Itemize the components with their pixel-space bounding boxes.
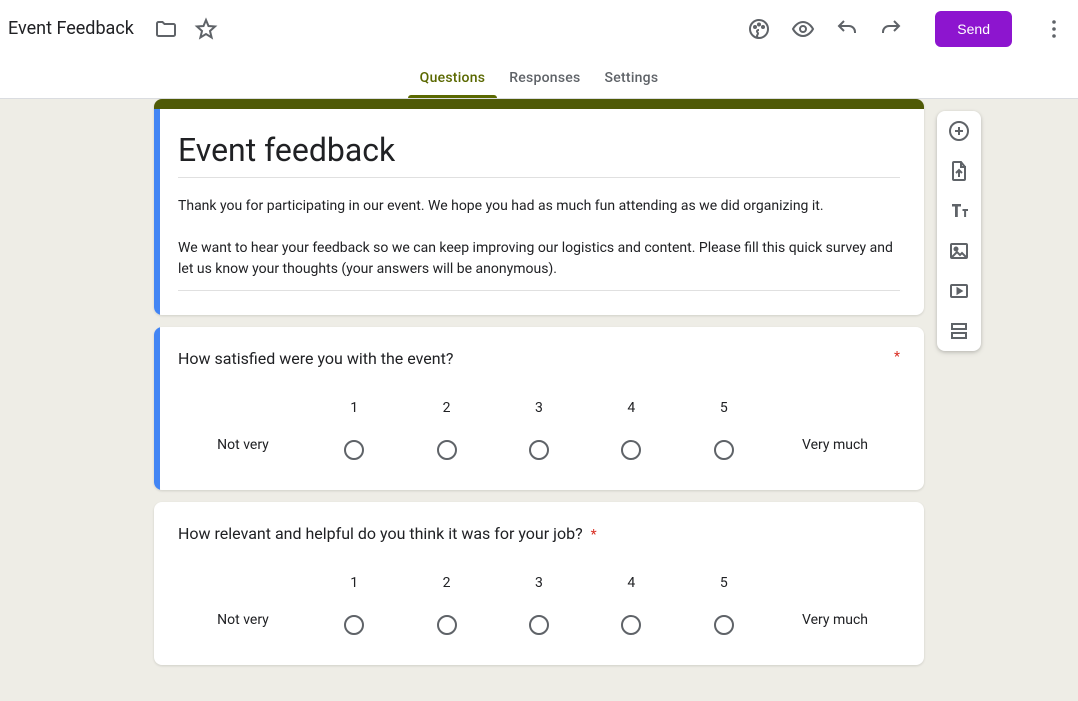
scale-number: 4 <box>627 400 635 416</box>
scale-low-label: Not very <box>178 582 308 628</box>
header-right-actions: Send <box>747 11 1066 47</box>
radio-icon[interactable] <box>437 440 457 460</box>
send-button[interactable]: Send <box>935 11 1012 47</box>
add-section-icon[interactable] <box>947 319 971 343</box>
scale-option-1: 1 <box>344 400 364 460</box>
scale-option-5: 5 <box>714 575 734 635</box>
form-wrap: Event feedback Thank you for participati… <box>154 99 924 665</box>
radio-icon[interactable] <box>621 615 641 635</box>
scale-number: 1 <box>350 400 358 416</box>
add-question-icon[interactable] <box>947 119 971 143</box>
floating-toolbar <box>937 111 981 351</box>
scale-high-label: Very much <box>770 407 900 453</box>
add-image-icon[interactable] <box>947 239 971 263</box>
form-title[interactable]: Event feedback <box>178 131 900 178</box>
question-card-2[interactable]: How relevant and helpful do you think it… <box>154 502 924 665</box>
radio-icon[interactable] <box>344 440 364 460</box>
scale-option-1: 1 <box>344 575 364 635</box>
scale-option-4: 4 <box>621 575 641 635</box>
radio-icon[interactable] <box>714 440 734 460</box>
linear-scale: Not very 1 2 3 <box>178 575 900 641</box>
app-header: Event Feedback Send <box>0 0 1078 57</box>
required-indicator: * <box>894 349 900 365</box>
form-description[interactable]: Thank you for participating in our event… <box>178 196 900 291</box>
radio-icon[interactable] <box>437 615 457 635</box>
document-title[interactable]: Event Feedback <box>8 14 140 43</box>
scale-low-label: Not very <box>178 407 308 453</box>
required-indicator: * <box>591 527 597 543</box>
tab-settings[interactable]: Settings <box>593 57 671 98</box>
radio-icon[interactable] <box>714 615 734 635</box>
redo-icon[interactable] <box>879 17 903 41</box>
radio-icon[interactable] <box>529 440 549 460</box>
scale-option-3: 3 <box>529 400 549 460</box>
scale-high-label: Very much <box>770 582 900 628</box>
scale-option-2: 2 <box>437 575 457 635</box>
scale-number: 2 <box>443 400 451 416</box>
scale-number: 3 <box>535 400 543 416</box>
form-header-card[interactable]: Event feedback Thank you for participati… <box>154 99 924 315</box>
star-icon[interactable] <box>194 17 218 41</box>
radio-icon[interactable] <box>621 440 641 460</box>
undo-icon[interactable] <box>835 17 859 41</box>
preview-eye-icon[interactable] <box>791 17 815 41</box>
scale-option-4: 4 <box>621 400 641 460</box>
add-video-icon[interactable] <box>947 279 971 303</box>
scale-number: 1 <box>350 575 358 591</box>
scale-option-5: 5 <box>714 400 734 460</box>
scale-number: 5 <box>720 400 728 416</box>
question-title[interactable]: How relevant and helpful do you think it… <box>178 524 583 543</box>
header-doc-actions <box>154 17 218 41</box>
scale-number: 2 <box>443 575 451 591</box>
move-folder-icon[interactable] <box>154 17 178 41</box>
question-title[interactable]: How satisfied were you with the event? <box>178 349 453 368</box>
scale-number: 3 <box>535 575 543 591</box>
scale-option-3: 3 <box>529 575 549 635</box>
tab-responses[interactable]: Responses <box>497 57 592 98</box>
question-card-1[interactable]: How satisfied were you with the event? *… <box>154 327 924 490</box>
more-menu-icon[interactable] <box>1042 17 1066 41</box>
form-canvas: Event feedback Thank you for participati… <box>0 99 1078 701</box>
scale-option-2: 2 <box>437 400 457 460</box>
add-title-icon[interactable] <box>947 199 971 223</box>
radio-icon[interactable] <box>344 615 364 635</box>
radio-icon[interactable] <box>529 615 549 635</box>
scale-number: 4 <box>627 575 635 591</box>
tab-questions[interactable]: Questions <box>408 57 498 98</box>
linear-scale: Not very 1 2 3 <box>178 400 900 466</box>
palette-icon[interactable] <box>747 17 771 41</box>
tabs-bar: Questions Responses Settings <box>0 57 1078 99</box>
scale-number: 5 <box>720 575 728 591</box>
import-questions-icon[interactable] <box>947 159 971 183</box>
